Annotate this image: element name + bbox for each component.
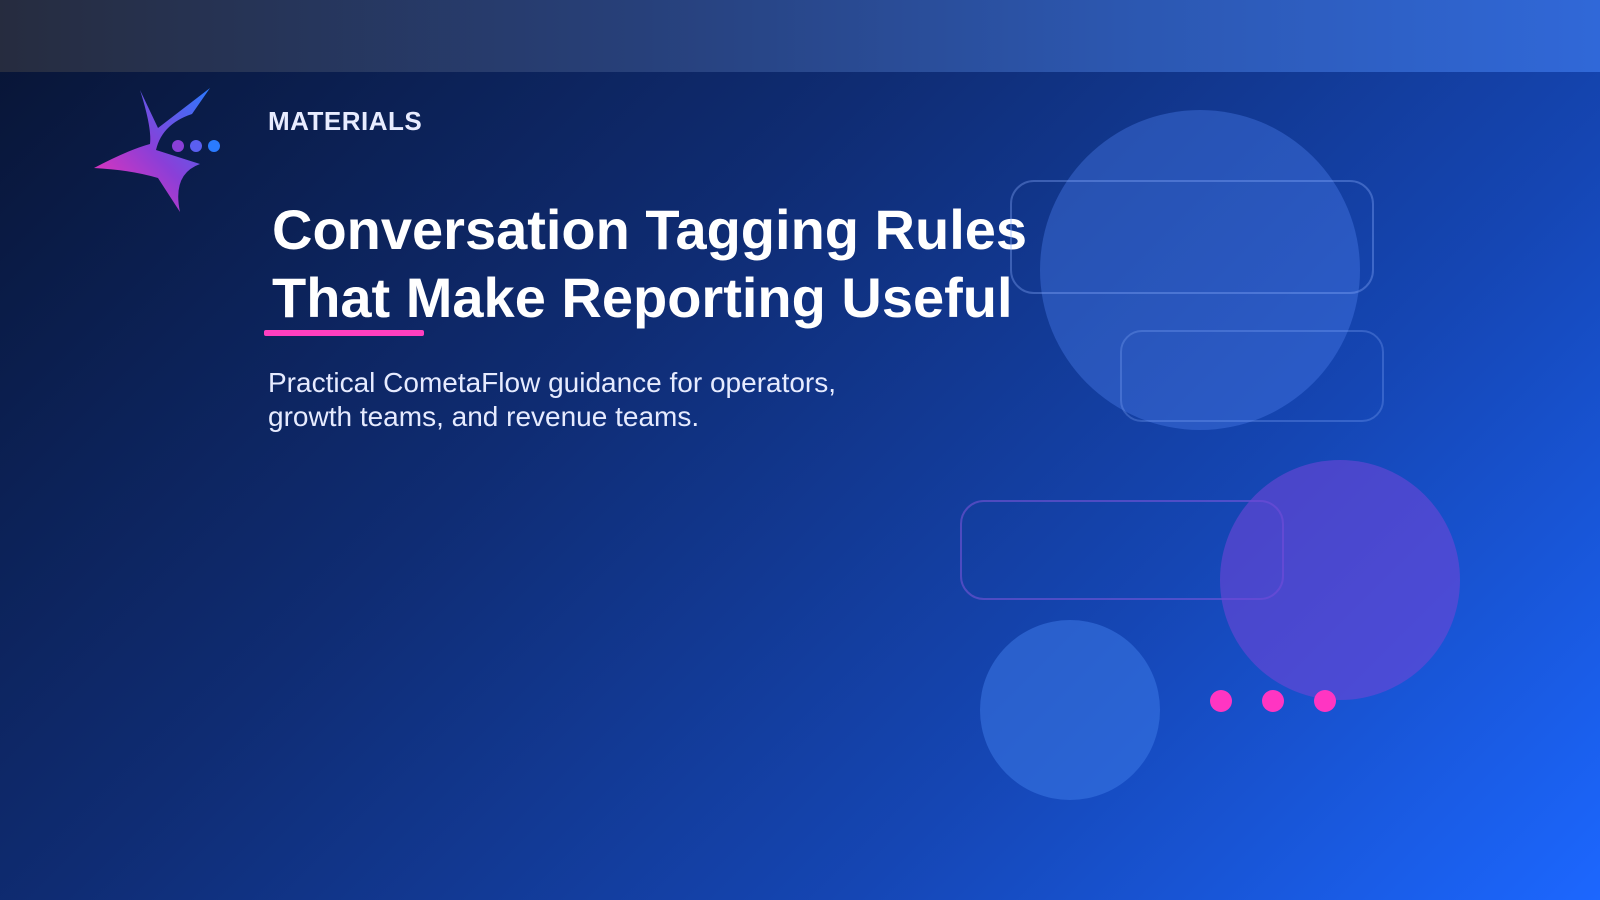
decorative-chat-bubble [1010, 180, 1374, 294]
typing-dot-icon [1314, 690, 1336, 712]
decorative-chat-bubble [1120, 330, 1384, 422]
subtitle-line-1: Practical CometaFlow guidance for operat… [268, 367, 837, 398]
page-title: Conversation Tagging Rules That Make Rep… [272, 196, 1032, 332]
page-subtitle: Practical CometaFlow guidance for operat… [268, 366, 888, 434]
comet-star-chat-icon [94, 88, 220, 212]
subtitle-line-2: growth teams, and revenue teams. [268, 401, 700, 432]
decorative-circle-small [980, 620, 1160, 800]
typing-dot-icon [1210, 690, 1232, 712]
title-line-2: That Make Reporting Useful [272, 266, 1013, 329]
title-accent-underline [264, 330, 424, 336]
top-bar [0, 0, 1600, 72]
title-line-1: Conversation Tagging Rules [272, 198, 1028, 261]
section-eyebrow: MATERIALS [268, 106, 423, 136]
typing-dot-icon [1262, 690, 1284, 712]
decorative-circle-purple [1220, 460, 1460, 700]
